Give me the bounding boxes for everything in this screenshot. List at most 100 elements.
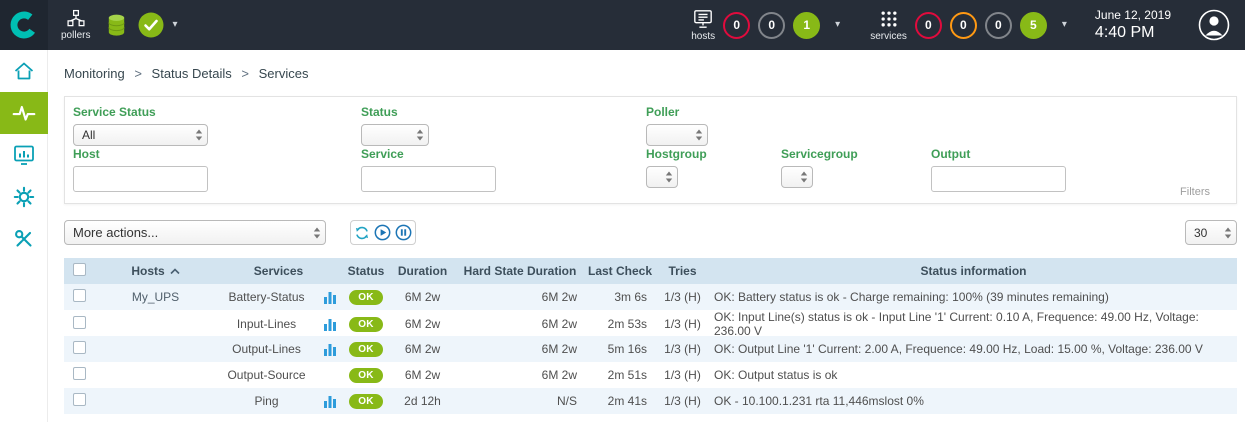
hostgroup-select[interactable] <box>646 166 678 188</box>
service-name[interactable]: Ping <box>215 394 318 408</box>
services-menu[interactable]: services <box>870 9 907 42</box>
last-check-value: 2m 51s <box>585 368 655 382</box>
hard-state-duration-value: N/S <box>455 394 585 408</box>
service-graph-button[interactable] <box>318 343 342 356</box>
host-input[interactable] <box>73 166 208 192</box>
services-table: Hosts Services Status Duration Hard Stat… <box>64 258 1237 414</box>
pollers-chevron-down-icon[interactable]: ▾ <box>172 20 177 30</box>
health-check-icon <box>137 11 165 39</box>
duration-value: 6M 2w <box>390 342 455 356</box>
service-status-select[interactable]: All <box>73 124 208 146</box>
service-name[interactable]: Output-Lines <box>215 342 318 356</box>
user-menu[interactable] <box>1197 8 1231 42</box>
table-row: Input-Lines OK 6M 2w 6M 2w 2m 53s 1/3 (H… <box>64 310 1237 336</box>
last-check-value: 2m 53s <box>585 317 655 331</box>
table-header-row: Hosts Services Status Duration Hard Stat… <box>64 258 1237 284</box>
header-status[interactable]: Status <box>342 264 390 278</box>
row-checkbox[interactable] <box>73 393 86 406</box>
breadcrumb-status-details[interactable]: Status Details <box>152 66 232 81</box>
service-graph-button[interactable] <box>318 395 342 408</box>
user-avatar-icon <box>1197 8 1231 42</box>
service-graph-button[interactable] <box>318 318 342 331</box>
more-actions-select[interactable]: More actions... <box>64 220 326 245</box>
pause-button[interactable] <box>395 224 412 241</box>
hosts-unreachable-badge[interactable]: 0 <box>758 12 785 39</box>
tries-value: 1/3 (H) <box>655 290 710 304</box>
last-check-value: 5m 16s <box>585 342 655 356</box>
header-services[interactable]: Services <box>215 264 342 278</box>
main-content: Monitoring > Status Details > Services S… <box>48 50 1245 422</box>
header-status-information[interactable]: Status information <box>710 264 1237 278</box>
hosts-chevron-down-icon[interactable]: ▾ <box>835 20 840 30</box>
status-information-value: OK: Battery status is ok - Charge remain… <box>710 290 1237 304</box>
row-checkbox[interactable] <box>73 367 86 380</box>
play-icon <box>374 224 391 241</box>
services-label: services <box>870 31 907 42</box>
output-input[interactable] <box>931 166 1066 192</box>
sidebar-item-home[interactable] <box>0 50 48 92</box>
select-arrows-icon <box>1224 226 1232 239</box>
mini-bar-chart-icon <box>324 291 336 304</box>
clock: June 12, 2019 4:40 PM <box>1095 8 1171 42</box>
services-status-cluster: services 0 0 0 5 ▾ <box>870 9 1067 42</box>
services-warning-badge[interactable]: 0 <box>950 12 977 39</box>
select-arrows-icon <box>665 171 673 184</box>
header-duration[interactable]: Duration <box>390 264 455 278</box>
row-checkbox[interactable] <box>73 341 86 354</box>
select-arrows-icon <box>195 129 203 142</box>
services-critical-badge[interactable]: 0 <box>915 12 942 39</box>
output-label: Output <box>931 147 1066 161</box>
hosts-menu[interactable]: hosts <box>691 9 715 42</box>
service-name[interactable]: Output-Source <box>215 368 318 382</box>
header-hard-state-duration[interactable]: Hard State Duration <box>455 264 585 278</box>
sidebar-item-administration[interactable] <box>0 218 48 260</box>
breadcrumb-monitoring[interactable]: Monitoring <box>64 66 125 81</box>
host-name[interactable]: My_UPS <box>96 290 215 304</box>
service-graph-button[interactable] <box>318 291 342 304</box>
database-status[interactable] <box>106 13 127 38</box>
table-row: My_UPS Battery-Status OK 6M 2w 6M 2w 3m … <box>64 284 1237 310</box>
select-arrows-icon <box>800 171 808 184</box>
table-row: Ping OK 2d 12h N/S 2m 41s 1/3 (H) OK - 1… <box>64 388 1237 414</box>
monitoring-pulse-icon <box>11 100 37 126</box>
services-chevron-down-icon[interactable]: ▾ <box>1062 20 1067 30</box>
header-tries[interactable]: Tries <box>655 264 710 278</box>
hosts-up-badge[interactable]: 1 <box>793 12 820 39</box>
tries-value: 1/3 (H) <box>655 368 710 382</box>
pollers-menu[interactable]: pollers <box>61 9 90 41</box>
table-row: Output-Source OK 6M 2w 6M 2w 2m 51s 1/3 … <box>64 362 1237 388</box>
row-checkbox[interactable] <box>73 289 86 302</box>
refresh-button[interactable] <box>354 225 370 241</box>
servicegroup-select[interactable] <box>781 166 813 188</box>
hard-state-duration-value: 6M 2w <box>455 368 585 382</box>
servicegroup-label: Servicegroup <box>781 147 858 161</box>
sort-asc-icon <box>170 268 180 275</box>
refresh-controls <box>350 220 416 245</box>
table-row: Output-Lines OK 6M 2w 6M 2w 5m 16s 1/3 (… <box>64 336 1237 362</box>
tries-value: 1/3 (H) <box>655 394 710 408</box>
header-hosts[interactable]: Hosts <box>96 264 215 278</box>
gear-icon <box>12 185 36 209</box>
breadcrumb-services: Services <box>259 66 309 81</box>
play-button[interactable] <box>374 224 391 241</box>
service-input[interactable] <box>361 166 496 192</box>
service-name[interactable]: Battery-Status <box>215 290 318 304</box>
sidebar-item-configuration[interactable] <box>0 176 48 218</box>
row-checkbox[interactable] <box>73 316 86 329</box>
sidebar <box>0 50 48 422</box>
sidebar-item-reporting[interactable] <box>0 134 48 176</box>
header-last-check[interactable]: Last Check <box>585 264 655 278</box>
poller-select[interactable] <box>646 124 708 146</box>
services-ok-badge[interactable]: 5 <box>1020 12 1047 39</box>
page-size-select[interactable]: 30 <box>1185 220 1237 245</box>
hosts-down-badge[interactable]: 0 <box>723 12 750 39</box>
duration-value: 6M 2w <box>390 368 455 382</box>
select-all-checkbox[interactable] <box>73 263 86 276</box>
centreon-logo[interactable] <box>0 0 48 50</box>
platform-health[interactable] <box>137 11 165 39</box>
service-name[interactable]: Input-Lines <box>215 317 318 331</box>
services-unknown-badge[interactable]: 0 <box>985 12 1012 39</box>
status-information-value: OK: Input Line(s) status is ok - Input L… <box>710 310 1237 338</box>
status-select[interactable] <box>361 124 429 146</box>
sidebar-item-monitoring[interactable] <box>0 92 48 134</box>
